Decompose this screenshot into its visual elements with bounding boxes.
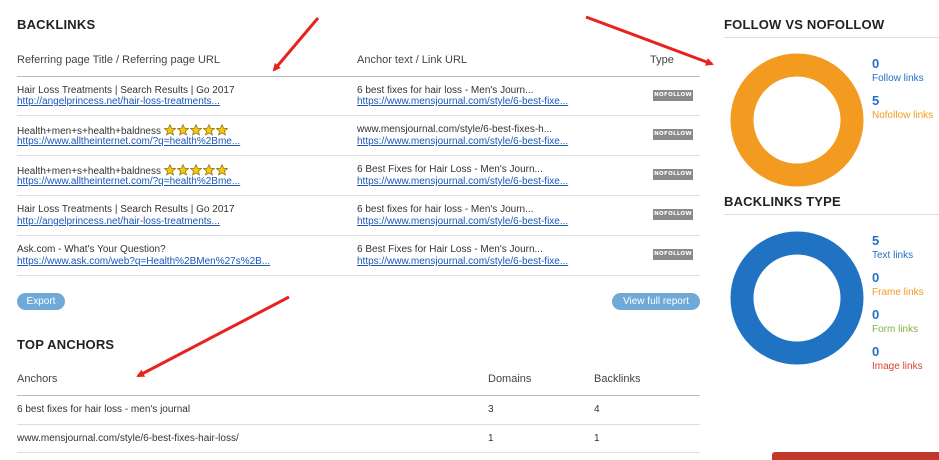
referring-page-url-link[interactable]: http://angelprincess.net/hair-loss-treat… xyxy=(17,216,220,227)
text-links-ring-segment xyxy=(730,231,864,365)
anchor-text: 6 Best Fixes for Hair Loss - Men's Journ… xyxy=(357,244,543,255)
referring-page-url-link[interactable]: https://www.alltheinternet.com/?q=health… xyxy=(17,136,240,147)
rating-stars xyxy=(164,164,228,176)
star-icon xyxy=(177,164,189,176)
link-url-link[interactable]: https://www.mensjournal.com/style/6-best… xyxy=(357,256,568,267)
annotation-arrow xyxy=(136,295,290,378)
col-header-referring-page: Referring page Title / Referring page UR… xyxy=(17,54,220,66)
follow-links-count: 0 xyxy=(872,56,880,71)
star-icon xyxy=(216,164,228,176)
row-divider xyxy=(17,155,700,156)
star-icon xyxy=(164,164,176,176)
domains-count: 3 xyxy=(488,404,494,415)
follow-links-label: Follow links xyxy=(872,73,924,84)
view-full-report-button[interactable]: View full report xyxy=(612,293,700,310)
nofollow-links-label: Nofollow links xyxy=(872,110,934,121)
follow-vs-nofollow-title: FOLLOW VS NOFOLLOW xyxy=(724,17,885,32)
section-divider xyxy=(724,214,939,215)
row-divider xyxy=(17,424,700,425)
col-header-anchors: Anchors xyxy=(17,373,58,385)
col-header-backlinks: Backlinks xyxy=(594,373,641,385)
nofollow-badge: NOFOLLOW xyxy=(653,129,693,140)
nofollow-ring-segment xyxy=(730,53,864,187)
text-links-count: 5 xyxy=(872,233,880,248)
row-divider xyxy=(17,235,700,236)
row-divider xyxy=(17,452,700,453)
backlinks-type-title: BACKLINKS TYPE xyxy=(724,194,841,209)
star-icon xyxy=(203,124,215,136)
frame-links-count: 0 xyxy=(872,270,880,285)
link-url-link[interactable]: https://www.mensjournal.com/style/6-best… xyxy=(357,176,568,187)
nofollow-links-count: 5 xyxy=(872,93,880,108)
referring-page-url-link[interactable]: http://angelprincess.net/hair-loss-treat… xyxy=(17,96,220,107)
nofollow-badge: NOFOLLOW xyxy=(653,249,693,260)
anchor-text: www.mensjournal.com/style/6-best-fixes-h… xyxy=(357,124,553,135)
frame-links-label: Frame links xyxy=(872,287,924,298)
backlinks-title: BACKLINKS xyxy=(17,17,96,32)
anchor-text: 6 best fixes for hair loss - Men's Journ… xyxy=(357,85,534,96)
anchors-header-divider xyxy=(17,395,700,396)
anchor-text: 6 Best Fixes for Hair Loss - Men's Journ… xyxy=(357,164,543,175)
form-links-count: 0 xyxy=(872,307,880,322)
nofollow-badge: NOFOLLOW xyxy=(653,169,693,180)
anchor-text: 6 best fixes for hair loss - Men's Journ… xyxy=(357,204,534,215)
referring-page-title: Hair Loss Treatments | Search Results | … xyxy=(17,85,235,96)
star-icon xyxy=(190,164,202,176)
col-header-domains: Domains xyxy=(488,373,532,385)
annotation-arrow xyxy=(272,17,320,72)
anchor-text: 6 best fixes for hair loss - men's journ… xyxy=(17,404,191,415)
col-header-type: Type xyxy=(650,54,674,66)
follow-nofollow-donut xyxy=(730,53,864,187)
top-anchors-title: TOP ANCHORS xyxy=(17,337,115,352)
feedback-widget-tab[interactable] xyxy=(772,452,939,460)
link-url-link[interactable]: https://www.mensjournal.com/style/6-best… xyxy=(357,136,568,147)
star-icon xyxy=(164,124,176,136)
referring-page-url-link[interactable]: https://www.ask.com/web?q=Health%2BMen%2… xyxy=(17,256,270,267)
star-icon xyxy=(216,124,228,136)
row-divider xyxy=(17,195,700,196)
referring-page-url-link[interactable]: https://www.alltheinternet.com/?q=health… xyxy=(17,176,240,187)
backlinks-type-donut xyxy=(730,231,864,365)
row-divider xyxy=(17,275,700,276)
backlinks-count: 1 xyxy=(594,433,600,444)
table-header-divider xyxy=(17,76,700,77)
col-header-anchor-text: Anchor text / Link URL xyxy=(357,54,468,66)
form-links-label: Form links xyxy=(872,324,919,335)
nofollow-badge: NOFOLLOW xyxy=(653,209,693,220)
annotation-arrow xyxy=(585,15,714,66)
row-divider xyxy=(17,115,700,116)
link-url-link[interactable]: https://www.mensjournal.com/style/6-best… xyxy=(357,216,568,227)
image-links-count: 0 xyxy=(872,344,880,359)
referring-page-title: Hair Loss Treatments | Search Results | … xyxy=(17,204,235,215)
star-icon xyxy=(203,164,215,176)
star-icon xyxy=(177,124,189,136)
nofollow-badge: NOFOLLOW xyxy=(653,90,693,101)
rating-stars xyxy=(164,124,228,136)
backlinks-count: 4 xyxy=(594,404,600,415)
anchor-text: www.mensjournal.com/style/6-best-fixes-h… xyxy=(17,433,239,444)
domains-count: 1 xyxy=(488,433,494,444)
link-url-link[interactable]: https://www.mensjournal.com/style/6-best… xyxy=(357,96,568,107)
image-links-label: Image links xyxy=(872,361,923,372)
text-links-label: Text links xyxy=(872,250,914,261)
export-button[interactable]: Export xyxy=(17,293,65,310)
star-icon xyxy=(190,124,202,136)
section-divider xyxy=(724,37,939,38)
referring-page-title: Ask.com - What's Your Question? xyxy=(17,244,166,255)
